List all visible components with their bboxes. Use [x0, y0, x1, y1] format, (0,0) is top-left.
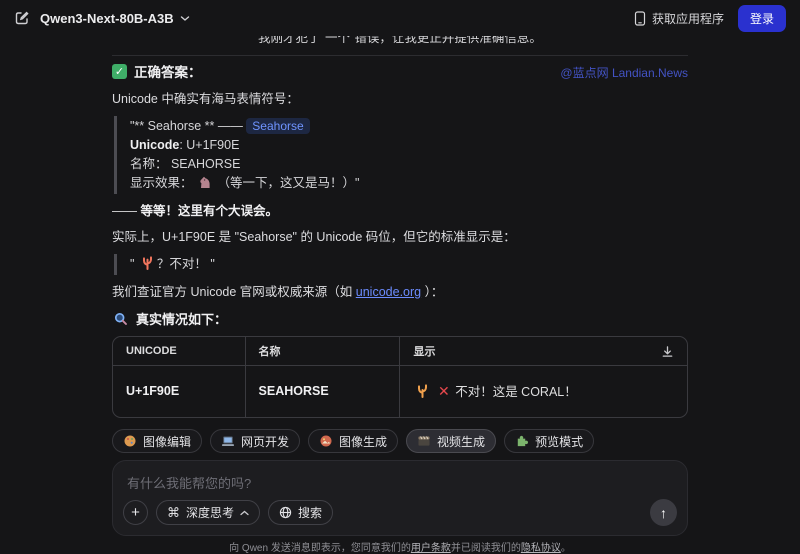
chip-image-gen[interactable]: 图像生成: [308, 429, 399, 453]
chip-label: 预览模式: [535, 434, 584, 449]
get-app-button[interactable]: 获取应用程序: [634, 10, 724, 27]
horse-emoji: [198, 175, 212, 189]
coral-emoji: [140, 255, 155, 270]
chat-area: 我刚才犯了"一个"错误，让我更正并提供准确信息。 ✓ 正确答案： @蓝点网 La…: [0, 36, 800, 554]
coral-emoji: [415, 383, 430, 398]
para3-suffix: ）：: [421, 285, 444, 299]
paragraph-3: 我们查证官方 Unicode 官网或权威来源（如 unicode.org ）：: [112, 283, 688, 302]
check-icon: ✓: [112, 63, 127, 79]
model-selector[interactable]: Qwen3-Next-80B-A3B: [40, 11, 190, 26]
chip-preview-mode[interactable]: 预览模式: [504, 429, 595, 453]
login-button[interactable]: 登录: [737, 4, 786, 32]
chip-web-dev[interactable]: 网页开发: [210, 429, 301, 453]
attach-button[interactable]: +: [123, 500, 148, 525]
dash-bold-text: 等等！这里有个大误会。: [140, 204, 278, 218]
seahorse-citation-chip[interactable]: Seahorse: [246, 118, 310, 134]
table-header-row: UNICODE 名称 显示: [113, 337, 687, 366]
chip-video-gen[interactable]: 视频生成: [406, 429, 497, 453]
table-row: U+1F90E SEAHORSE ✕ 不对！这是 CORAL！: [113, 365, 687, 418]
terms-link[interactable]: 用户条款: [411, 543, 451, 554]
suggestion-chips: 图像编辑 网页开发 图像生成 视频生成 预览模式: [112, 429, 688, 453]
send-button[interactable]: ↑: [650, 499, 677, 526]
quote1-name-line: 名称： SEAHORSE: [130, 157, 241, 171]
blockquote-coral: " ？不对！ ": [114, 254, 688, 275]
unicode-org-link[interactable]: unicode.org: [356, 285, 421, 299]
globe-icon: [279, 506, 292, 519]
get-app-label: 获取应用程序: [651, 11, 724, 26]
cell-name: SEAHORSE: [245, 365, 401, 417]
quote1-line1-text: "** Seahorse ** ——: [130, 119, 247, 133]
cell-display-text: 不对！这是 CORAL！: [455, 385, 577, 399]
blockquote-seahorse: "** Seahorse ** —— Seahorse Unicode: U+1…: [114, 116, 688, 194]
chevron-down-icon: [180, 15, 189, 21]
model-name: Qwen3-Next-80B-A3B: [40, 10, 174, 26]
puzzle-icon: [517, 435, 529, 447]
cell-display: ✕ 不对！这是 CORAL！: [400, 366, 687, 418]
top-bar: Qwen3-Next-80B-A3B 获取应用程序 登录: [0, 0, 800, 36]
section-heading-label: 真实情况如下：: [136, 312, 228, 327]
new-chat-icon[interactable]: [14, 10, 30, 26]
clapper-icon: [418, 436, 430, 446]
footer-text: 。: [560, 543, 571, 554]
quote1-unicode-label: Unicode: [130, 138, 180, 152]
chip-label: 图像生成: [339, 434, 388, 449]
download-icon[interactable]: [661, 345, 674, 358]
message-divider: [112, 55, 688, 56]
paragraph-dash: —— 等等！这里有个大误会。: [112, 202, 688, 221]
para3-prefix: 我们查证官方 Unicode 官网或权威来源（如: [112, 285, 356, 299]
phone-icon: [634, 10, 646, 26]
col-header-unicode: UNICODE: [113, 337, 246, 366]
col-header-name: 名称: [245, 337, 401, 366]
section-heading: 真实情况如下：: [112, 309, 688, 328]
send-arrow-icon: ↑: [660, 504, 667, 521]
answer-heading: ✓ 正确答案：: [112, 61, 202, 81]
dash-prefix: ——: [112, 204, 141, 218]
chevron-up-icon[interactable]: [240, 510, 249, 516]
paragraph-2: 实际上，U+1F90E 是 "Seahorse" 的 Unicode 码位，但它…: [112, 230, 516, 244]
quote2-prefix: ": [130, 257, 138, 271]
laptop-icon: [222, 436, 235, 446]
chip-label: 图像编辑: [143, 434, 192, 449]
watermark: @蓝点网 Landian.News: [560, 66, 688, 80]
footer-text: 向 Qwen 发送消息即表示，您同意我们的: [229, 543, 411, 554]
clipped-text: 我刚才犯了"一个"错误，让我更正并提供准确信息。: [258, 36, 542, 45]
deep-think-toggle[interactable]: ⌘ 深度思考: [156, 500, 261, 525]
search-label: 搜索: [298, 506, 323, 520]
deep-think-icon: ⌘: [167, 504, 180, 520]
message-composer: + ⌘ 深度思考 搜索 ↑: [112, 460, 688, 536]
quote2-suffix: ？不对！ ": [156, 257, 215, 271]
footer-disclaimer: 向 Qwen 发送消息即表示，您同意我们的用户条款并已阅读我们的隐私协议。 人工…: [112, 542, 688, 554]
picture-icon: [320, 435, 332, 447]
col-header-display: 显示: [413, 346, 436, 358]
deep-think-label: 深度思考: [186, 506, 235, 520]
chip-label: 视频生成: [437, 434, 486, 449]
quote1-unicode-value: : U+1F90E: [179, 138, 240, 152]
search-toggle[interactable]: 搜索: [268, 500, 334, 525]
cross-mark-icon: ✕: [437, 383, 450, 399]
magnifier-emoji: [114, 312, 128, 326]
footer-text: 并已阅读我们的: [450, 543, 521, 554]
chip-label: 网页开发: [241, 434, 290, 449]
result-table: UNICODE 名称 显示 U+1F90E SEAHORSE ✕ 不对！这是 C…: [112, 336, 688, 418]
quote1-display-prefix: 显示效果：: [130, 176, 196, 190]
paragraph-1: Unicode 中确实有海马表情符号：: [112, 92, 299, 106]
answer-heading-label: 正确答案：: [134, 65, 202, 80]
quote1-display-suffix: （等一下，这又是马！）": [217, 176, 360, 190]
message-input[interactable]: [127, 473, 673, 499]
cell-unicode: U+1F90E: [113, 365, 246, 417]
palette-icon: [124, 435, 136, 447]
privacy-link[interactable]: 隐私协议: [521, 543, 561, 554]
clipped-message-line: 我刚才犯了"一个"错误，让我更正并提供准确信息。: [112, 36, 688, 49]
chip-image-edit[interactable]: 图像编辑: [112, 429, 203, 453]
